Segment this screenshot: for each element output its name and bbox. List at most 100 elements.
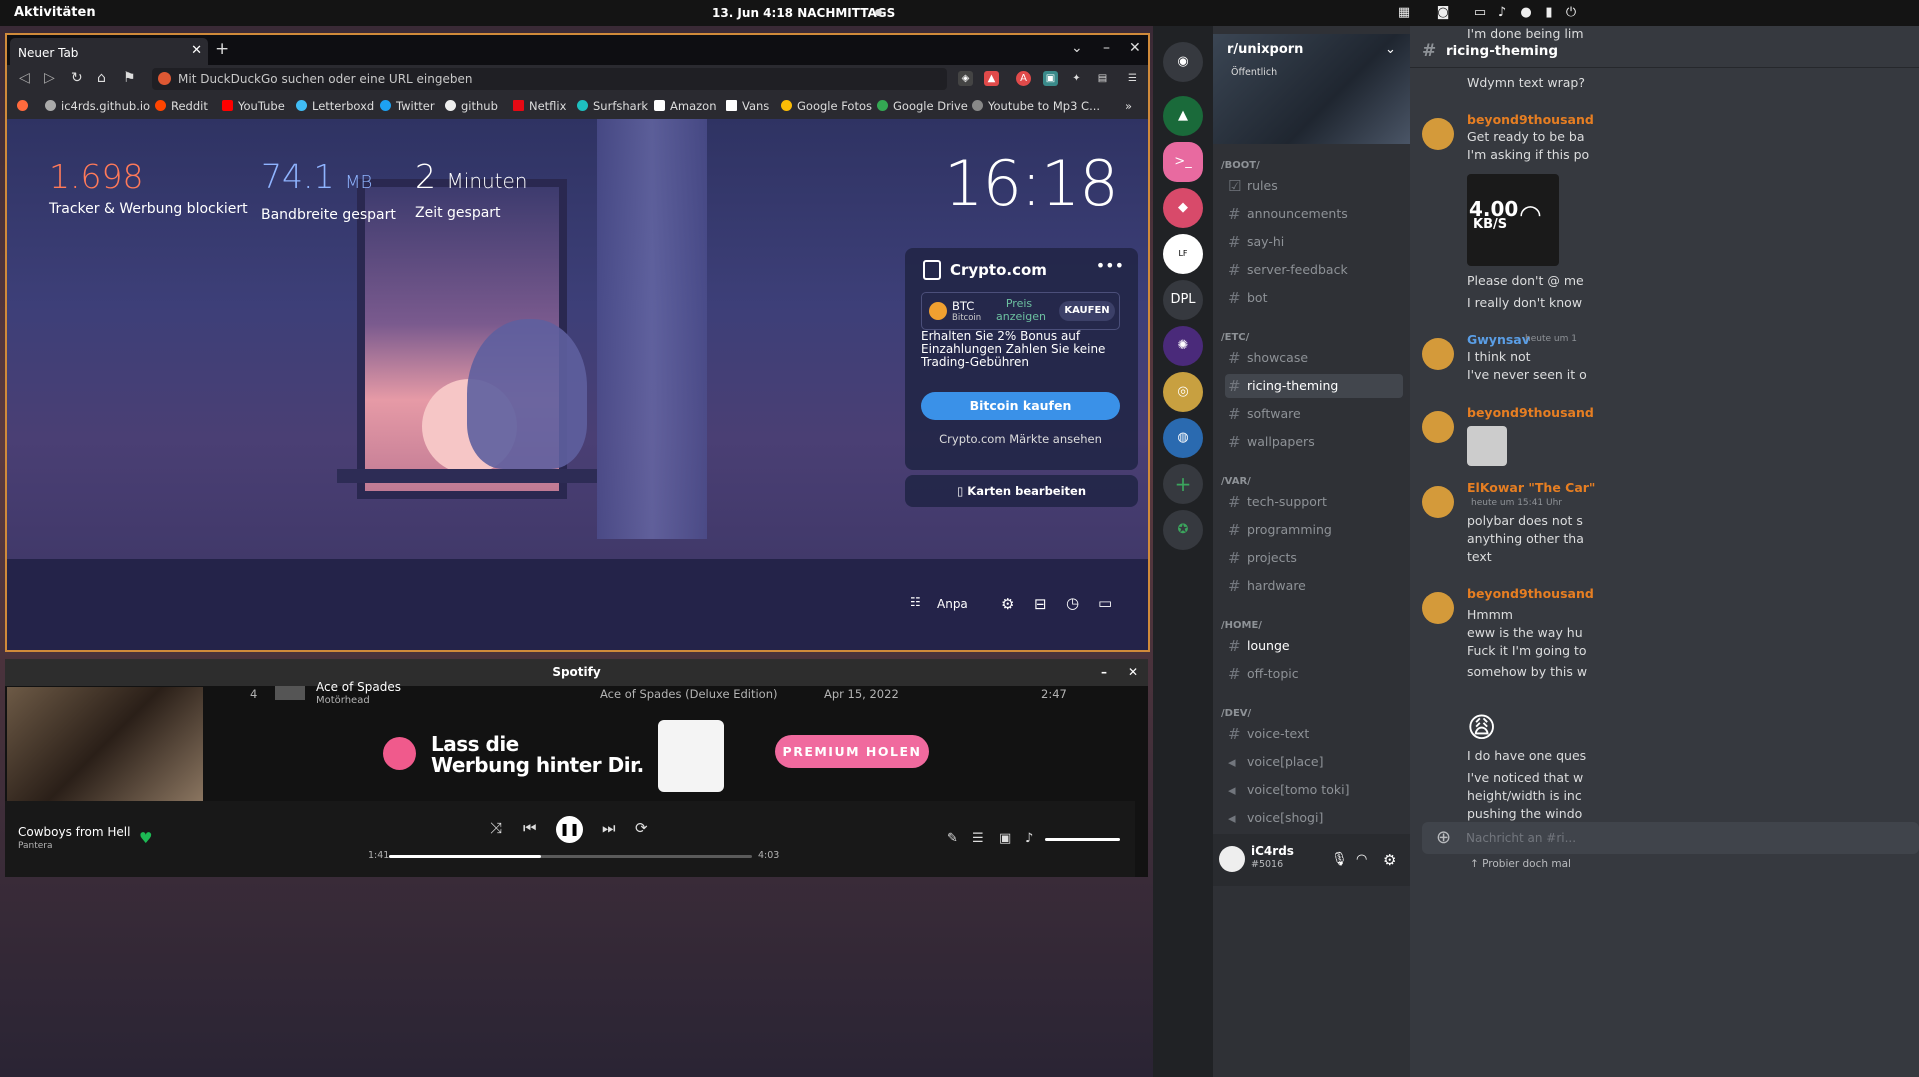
- channel-voice-place-[interactable]: ◂ voice[place]: [1225, 750, 1403, 774]
- queue-icon[interactable]: ☰: [972, 831, 984, 846]
- chevron-down-icon[interactable]: ⌄: [1071, 40, 1083, 56]
- screen-icon[interactable]: ▭: [1472, 5, 1488, 21]
- channel-tech-support[interactable]: # tech-support: [1225, 490, 1403, 514]
- video-icon[interactable]: ▭: [1098, 594, 1112, 612]
- channel-voice-text[interactable]: # voice-text: [1225, 722, 1403, 746]
- channel-lounge[interactable]: # lounge: [1225, 634, 1403, 658]
- next-icon[interactable]: ⏭: [602, 819, 616, 837]
- channel-ricing-theming[interactable]: # ricing-theming: [1225, 374, 1403, 398]
- category-header[interactable]: /HOME/: [1221, 620, 1262, 631]
- channel-server-feedback[interactable]: # server-feedback: [1225, 258, 1403, 282]
- bookmark-item[interactable]: Netflix: [513, 99, 566, 113]
- bookmark-item[interactable]: Google Fotos: [781, 99, 872, 113]
- menu-icon[interactable]: ☰: [1125, 71, 1140, 86]
- server-icon[interactable]: ◆: [1163, 188, 1203, 228]
- channel-voice-shogi-[interactable]: ◂ voice[shogi]: [1225, 806, 1403, 830]
- avatar[interactable]: [1422, 486, 1454, 518]
- category-header[interactable]: /VAR/: [1221, 476, 1251, 487]
- avatar[interactable]: [1422, 338, 1454, 370]
- repeat-icon[interactable]: ⟳: [635, 819, 648, 837]
- address-bar[interactable]: Mit DuckDuckGo suchen oder eine URL eing…: [152, 68, 947, 90]
- buy-small-button[interactable]: KAUFEN: [1059, 301, 1115, 321]
- bookmark-item[interactable]: github: [445, 99, 498, 113]
- premium-button[interactable]: PREMIUM HOLEN: [775, 735, 929, 768]
- headphones-icon[interactable]: ◠: [1356, 852, 1367, 867]
- wallet-icon[interactable]: ▤: [1095, 71, 1110, 86]
- settings-icon[interactable]: ⚙: [1001, 595, 1014, 613]
- bookmark-item[interactable]: Vans: [726, 99, 769, 113]
- history-icon[interactable]: ◷: [1066, 594, 1079, 612]
- buy-bitcoin-button[interactable]: Bitcoin kaufen: [921, 392, 1120, 420]
- volume-icon[interactable]: ♪: [1025, 831, 1033, 846]
- microphone-icon[interactable]: ●: [1518, 5, 1534, 21]
- message-author[interactable]: beyond9thousand: [1467, 112, 1594, 127]
- bookmark-item[interactable]: Letterboxd: [296, 99, 374, 113]
- battery-icon[interactable]: ▮: [1541, 5, 1557, 21]
- home-icon[interactable]: ⌂: [97, 70, 106, 86]
- adblock-icon[interactable]: A: [1016, 71, 1031, 86]
- chevron-down-icon[interactable]: ⌄: [1385, 42, 1396, 57]
- discord-tray-icon[interactable]: ◙: [1435, 5, 1451, 21]
- channel-announcements[interactable]: # announcements: [1225, 202, 1403, 226]
- customize-label[interactable]: Anpa: [937, 597, 968, 611]
- brave-bookmark-icon[interactable]: [17, 99, 33, 113]
- activities-button[interactable]: Aktivitäten: [14, 5, 96, 20]
- brave-rewards-icon[interactable]: ▲: [984, 71, 999, 86]
- bookmark-icon[interactable]: ⚑: [123, 70, 136, 86]
- progress-bar[interactable]: [389, 855, 752, 858]
- category-header[interactable]: /DEV/: [1221, 708, 1251, 719]
- power-icon[interactable]: ⏻: [1563, 5, 1579, 21]
- back-icon[interactable]: ◁: [19, 70, 30, 86]
- channel-software[interactable]: # software: [1225, 402, 1403, 426]
- channel-showcase[interactable]: # showcase: [1225, 346, 1403, 370]
- grid-icon[interactable]: ▦: [1396, 5, 1412, 21]
- channel-bot[interactable]: # bot: [1225, 286, 1403, 310]
- close-button[interactable]: ✕: [1128, 659, 1138, 686]
- new-tab-button[interactable]: +: [215, 39, 229, 59]
- server-icon[interactable]: LF: [1163, 234, 1203, 274]
- category-header[interactable]: /BOOT/: [1221, 160, 1260, 171]
- device-icon[interactable]: ▣: [999, 831, 1011, 846]
- server-icon[interactable]: ✺: [1163, 326, 1203, 366]
- puzzle-icon[interactable]: ✦: [1069, 71, 1084, 86]
- avatar[interactable]: [1422, 118, 1454, 150]
- heart-icon[interactable]: ♥: [139, 829, 152, 847]
- server-banner[interactable]: r/unixporn Öffentlich ⌄: [1213, 34, 1410, 144]
- show-price-link[interactable]: Preis anzeigen: [996, 297, 1046, 323]
- tab-new[interactable]: Neuer Tab ✕: [10, 38, 208, 65]
- explore-icon[interactable]: ✪: [1163, 510, 1203, 550]
- minimize-button[interactable]: –: [1103, 40, 1110, 56]
- bookmark-item[interactable]: Surfshark: [577, 99, 648, 113]
- avatar[interactable]: [1422, 592, 1454, 624]
- channel-projects[interactable]: # projects: [1225, 546, 1403, 570]
- channel-off-topic[interactable]: # off-topic: [1225, 662, 1403, 686]
- server-unixporn-icon[interactable]: >_: [1163, 142, 1203, 182]
- lyrics-icon[interactable]: ✎: [947, 831, 958, 846]
- message-input[interactable]: ⊕ Nachricht an #ri...: [1422, 822, 1919, 854]
- channel-say-hi[interactable]: # say-hi: [1225, 230, 1403, 254]
- previous-icon[interactable]: ⏮: [523, 819, 537, 837]
- forward-icon[interactable]: ▷: [44, 70, 55, 86]
- message-author[interactable]: ElKowar "The Car": [1467, 480, 1595, 495]
- avatar[interactable]: [1422, 411, 1454, 443]
- bookmark-item[interactable]: Youtube to Mp3 C...: [972, 99, 1100, 113]
- bookmark-item[interactable]: Google Drive: [877, 99, 968, 113]
- more-icon[interactable]: •••: [1096, 256, 1124, 275]
- bookmark-item[interactable]: Amazon: [654, 99, 716, 113]
- server-icon[interactable]: ◎: [1163, 372, 1203, 412]
- server-icon[interactable]: ▲: [1163, 96, 1203, 136]
- clock[interactable]: 13. Jun 4:18 NACHMITTAGS: [712, 6, 895, 20]
- volume-slider[interactable]: [1045, 838, 1120, 841]
- avatar[interactable]: [1219, 846, 1245, 872]
- channel-hardware[interactable]: # hardware: [1225, 574, 1403, 598]
- server-dpl[interactable]: DPL: [1163, 280, 1203, 320]
- add-attachment-icon[interactable]: ⊕: [1436, 827, 1451, 848]
- bookmarks-icon[interactable]: ⊟: [1034, 595, 1047, 613]
- brave-shield-icon[interactable]: ◈: [958, 71, 973, 86]
- bookmark-item[interactable]: ic4rds.github.io: [45, 99, 150, 113]
- close-tab-icon[interactable]: ✕: [191, 43, 202, 58]
- channel-voice-tomo-toki-[interactable]: ◂ voice[tomo toki]: [1225, 778, 1403, 802]
- message-author[interactable]: Gwynsav: [1467, 332, 1530, 347]
- shuffle-icon[interactable]: ⤨: [490, 819, 502, 837]
- discord-home-icon[interactable]: ◉: [1163, 42, 1203, 82]
